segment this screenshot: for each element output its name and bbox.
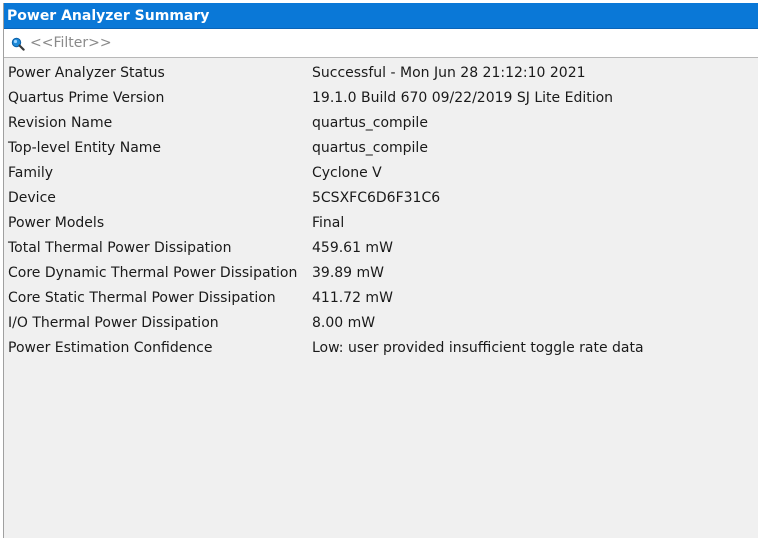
row-value: 459.61 mW	[312, 240, 393, 256]
table-row[interactable]: Total Thermal Power Dissipation 459.61 m…	[4, 236, 758, 261]
row-value: Final	[312, 215, 345, 231]
row-value: quartus_compile	[312, 140, 428, 156]
panel-title: Power Analyzer Summary	[4, 3, 758, 29]
search-icon[interactable]	[11, 37, 25, 51]
row-value: 19.1.0 Build 670 09/22/2019 SJ Lite Edit…	[312, 90, 614, 106]
power-analyzer-summary-panel: Power Analyzer Summary Power Analyzer St…	[3, 3, 758, 538]
row-label: Revision Name	[8, 115, 113, 131]
row-label: Power Estimation Confidence	[8, 340, 213, 356]
table-row[interactable]: I/O Thermal Power Dissipation 8.00 mW	[4, 311, 758, 336]
row-value: 8.00 mW	[312, 315, 376, 331]
row-label: Family	[8, 165, 54, 181]
row-label: Power Analyzer Status	[8, 65, 165, 81]
table-row[interactable]: Quartus Prime Version 19.1.0 Build 670 0…	[4, 86, 758, 111]
table-row[interactable]: Power Models Final	[4, 211, 758, 236]
row-value: Low: user provided insufficient toggle r…	[312, 340, 644, 356]
row-label: Core Dynamic Thermal Power Dissipation	[8, 265, 298, 281]
table-row[interactable]: Core Dynamic Thermal Power Dissipation 3…	[4, 261, 758, 286]
row-value: 39.89 mW	[312, 265, 385, 281]
table-row[interactable]: Power Estimation Confidence Low: user pr…	[4, 336, 758, 361]
row-label: Top-level Entity Name	[8, 140, 162, 156]
row-label: Quartus Prime Version	[8, 90, 165, 106]
row-value: 5CSXFC6D6F31C6	[312, 190, 441, 206]
table-row[interactable]: Device 5CSXFC6D6F31C6	[4, 186, 758, 211]
summary-table: Power Analyzer Status Successful - Mon J…	[4, 61, 758, 361]
table-row[interactable]: Core Static Thermal Power Dissipation 41…	[4, 286, 758, 311]
row-value: quartus_compile	[312, 115, 428, 131]
row-label: Device	[8, 190, 56, 206]
row-label: Power Models	[8, 215, 105, 231]
row-label: I/O Thermal Power Dissipation	[8, 315, 219, 331]
row-value: Successful - Mon Jun 28 21:12:10 2021	[312, 65, 586, 81]
row-label: Core Static Thermal Power Dissipation	[8, 290, 276, 306]
row-value: Cyclone V	[312, 165, 382, 181]
filter-input[interactable]	[28, 32, 752, 54]
table-row[interactable]: Top-level Entity Name quartus_compile	[4, 136, 758, 161]
row-value: 411.72 mW	[312, 290, 393, 306]
table-row[interactable]: Revision Name quartus_compile	[4, 111, 758, 136]
table-row[interactable]: Power Analyzer Status Successful - Mon J…	[4, 61, 758, 86]
row-label: Total Thermal Power Dissipation	[8, 240, 232, 256]
filter-bar	[4, 29, 758, 58]
table-row[interactable]: Family Cyclone V	[4, 161, 758, 186]
